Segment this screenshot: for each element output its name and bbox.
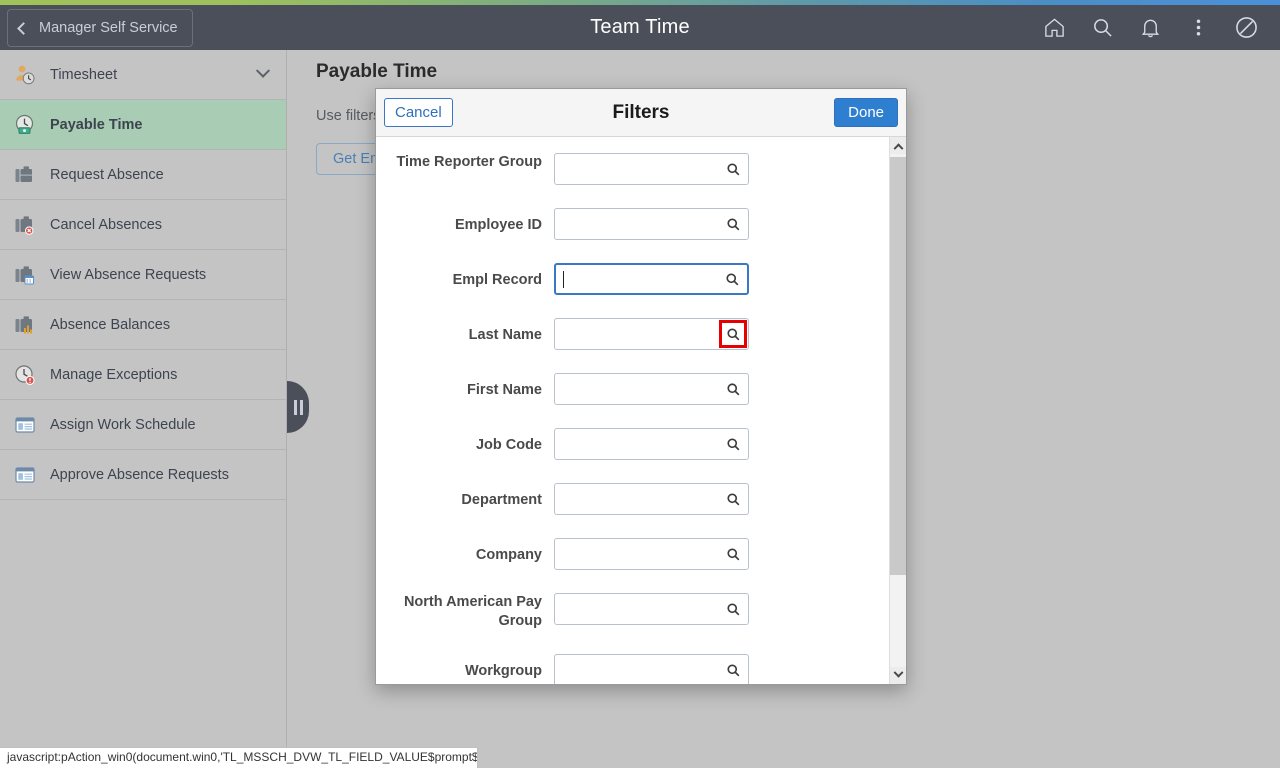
lookup-search-icon[interactable] — [719, 266, 745, 292]
briefcase-icon — [12, 162, 38, 188]
sidebar-item-request-absence[interactable]: Request Absence — [0, 150, 286, 200]
filter-field-row: Employee ID — [376, 208, 906, 240]
filter-field-input-wrap — [554, 153, 773, 185]
filter-field-label: Employee ID — [454, 217, 542, 233]
left-sidebar: Timesheet Payable Time Request Absence C… — [0, 50, 287, 768]
kebab-menu-icon[interactable] — [1174, 5, 1222, 50]
filter-field-row: Job Code — [376, 428, 906, 460]
app-header: Manager Self Service Team Time — [0, 5, 1280, 50]
sidebar-item-label: Assign Work Schedule — [50, 416, 196, 433]
sidebar-item-label: Cancel Absences — [50, 216, 163, 233]
home-icon[interactable] — [1030, 5, 1078, 50]
sidebar-item-label: Request Absence — [50, 166, 164, 183]
lookup-search-icon[interactable] — [720, 657, 746, 683]
filter-field-row: First Name — [376, 373, 906, 405]
lookup-search-icon[interactable] — [719, 320, 747, 348]
sidebar-item-manage-exceptions[interactable]: Manage Exceptions — [0, 350, 286, 400]
filter-field-input-wrap — [554, 208, 773, 240]
filter-field-label: Company — [475, 547, 542, 563]
sidebar-item-label: Payable Time — [50, 116, 143, 133]
filter-field-row: Time Reporter Group — [376, 153, 906, 185]
modal-title: Filters — [612, 101, 670, 123]
filter-field-row: North American Pay Group — [376, 593, 906, 631]
lookup-search-icon[interactable] — [720, 211, 746, 237]
filter-field-row: Company — [376, 538, 906, 570]
briefcase-cancel-icon — [12, 212, 38, 238]
filter-field-input-wrap — [554, 373, 773, 405]
filter-field-input-wrap — [554, 318, 773, 350]
handle-bar-left — [293, 399, 297, 415]
navbar-compass-icon[interactable] — [1222, 5, 1270, 50]
browser-status-bar: javascript:pAction_win0(document.win0,'T… — [0, 747, 478, 768]
filter-field-label: Last Name — [468, 327, 542, 343]
filter-field-row: Department — [376, 483, 906, 515]
filter-field-label: Workgroup — [464, 663, 542, 679]
chevron-up-icon — [893, 143, 904, 154]
filter-field-input-wrap — [554, 263, 774, 295]
filter-field-row: Workgroup — [376, 654, 906, 684]
sidebar-item-absence-balances[interactable]: Absence Balances — [0, 300, 286, 350]
sidebar-item-approve-absence-requests[interactable]: Approve Absence Requests — [0, 450, 286, 500]
sidebar-item-cancel-absences[interactable]: Cancel Absences — [0, 200, 286, 250]
window-layout-icon — [12, 462, 38, 488]
modal-body: Time Reporter Group Employee ID Empl Recor… — [376, 137, 906, 684]
page-title: Payable Time — [316, 61, 438, 82]
lookup-search-icon[interactable] — [720, 376, 746, 402]
filter-field-label: North American Pay Group — [403, 594, 542, 629]
scroll-up-arrow[interactable] — [890, 137, 906, 154]
clock-alert-icon — [12, 362, 38, 388]
sidebar-item-label: Approve Absence Requests — [50, 466, 229, 483]
briefcase-calendar-icon — [12, 262, 38, 288]
sidebar-item-assign-work-schedule[interactable]: Assign Work Schedule — [0, 400, 286, 450]
filter-field-label: Department — [461, 492, 542, 508]
chevron-down-icon — [893, 667, 904, 678]
modal-scrollbar[interactable] — [889, 137, 906, 684]
done-button[interactable]: Done — [834, 98, 898, 127]
handle-bar-right — [299, 399, 303, 415]
modal-header: Cancel Filters Done — [376, 89, 906, 137]
chevron-down-icon[interactable] — [255, 63, 271, 78]
filter-field-input-wrap — [554, 654, 773, 684]
filters-modal: Cancel Filters Done Time Reporter Group E… — [375, 88, 907, 685]
briefcase-chart-icon — [12, 312, 38, 338]
filter-fields-list: Time Reporter Group Employee ID Empl Recor… — [376, 137, 906, 684]
sidebar-item-label: Timesheet — [50, 66, 118, 83]
filter-field-row: Last Name — [376, 318, 906, 350]
scroll-down-arrow[interactable] — [890, 667, 906, 684]
lookup-search-icon[interactable] — [720, 541, 746, 567]
top-accent-bar — [0, 0, 1280, 5]
filter-field-input-wrap — [554, 538, 773, 570]
sidebar-item-label: Manage Exceptions — [50, 366, 178, 383]
person-clock-icon — [12, 62, 38, 88]
lookup-search-icon[interactable] — [720, 486, 746, 512]
filter-field-label: Job Code — [475, 437, 542, 453]
filter-field-label: Empl Record — [452, 272, 542, 288]
lookup-search-icon[interactable] — [720, 156, 746, 182]
lookup-search-icon[interactable] — [720, 431, 746, 457]
window-layout-icon — [12, 412, 38, 438]
filter-field-input-wrap — [554, 428, 773, 460]
clock-money-icon — [12, 112, 38, 138]
search-icon[interactable] — [1078, 5, 1126, 50]
filter-field-label: First Name — [467, 382, 542, 398]
text-caret — [563, 271, 564, 288]
filter-field-label: Time Reporter Group — [396, 154, 542, 170]
scrollbar-thumb[interactable] — [890, 157, 906, 575]
sidebar-item-view-absence-requests[interactable]: View Absence Requests — [0, 250, 286, 300]
header-icon-group — [1030, 5, 1270, 50]
filter-field-input-wrap — [554, 593, 773, 625]
sidebar-item-timesheet[interactable]: Timesheet — [0, 50, 286, 100]
sidebar-item-label: Absence Balances — [50, 316, 171, 333]
app-root: Manager Self Service Team Time Timesheet… — [0, 0, 1280, 768]
bell-icon[interactable] — [1126, 5, 1174, 50]
filter-field-input-wrap — [554, 483, 773, 515]
sidebar-item-payable-time[interactable]: Payable Time — [0, 100, 286, 150]
lookup-search-icon[interactable] — [720, 596, 746, 622]
sidebar-item-label: View Absence Requests — [50, 266, 207, 283]
filter-field-row: Empl Record — [376, 263, 906, 295]
